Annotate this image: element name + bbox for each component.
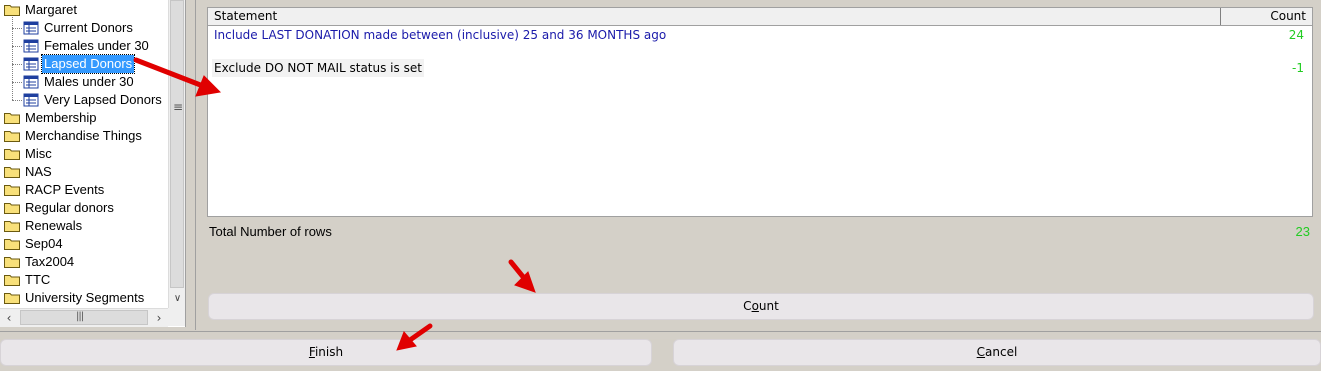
- annotation-arrows: [133, 57, 536, 351]
- arrow-icon: [396, 323, 433, 351]
- arrow-icon: [508, 259, 536, 293]
- arrow-icon: [133, 57, 222, 97]
